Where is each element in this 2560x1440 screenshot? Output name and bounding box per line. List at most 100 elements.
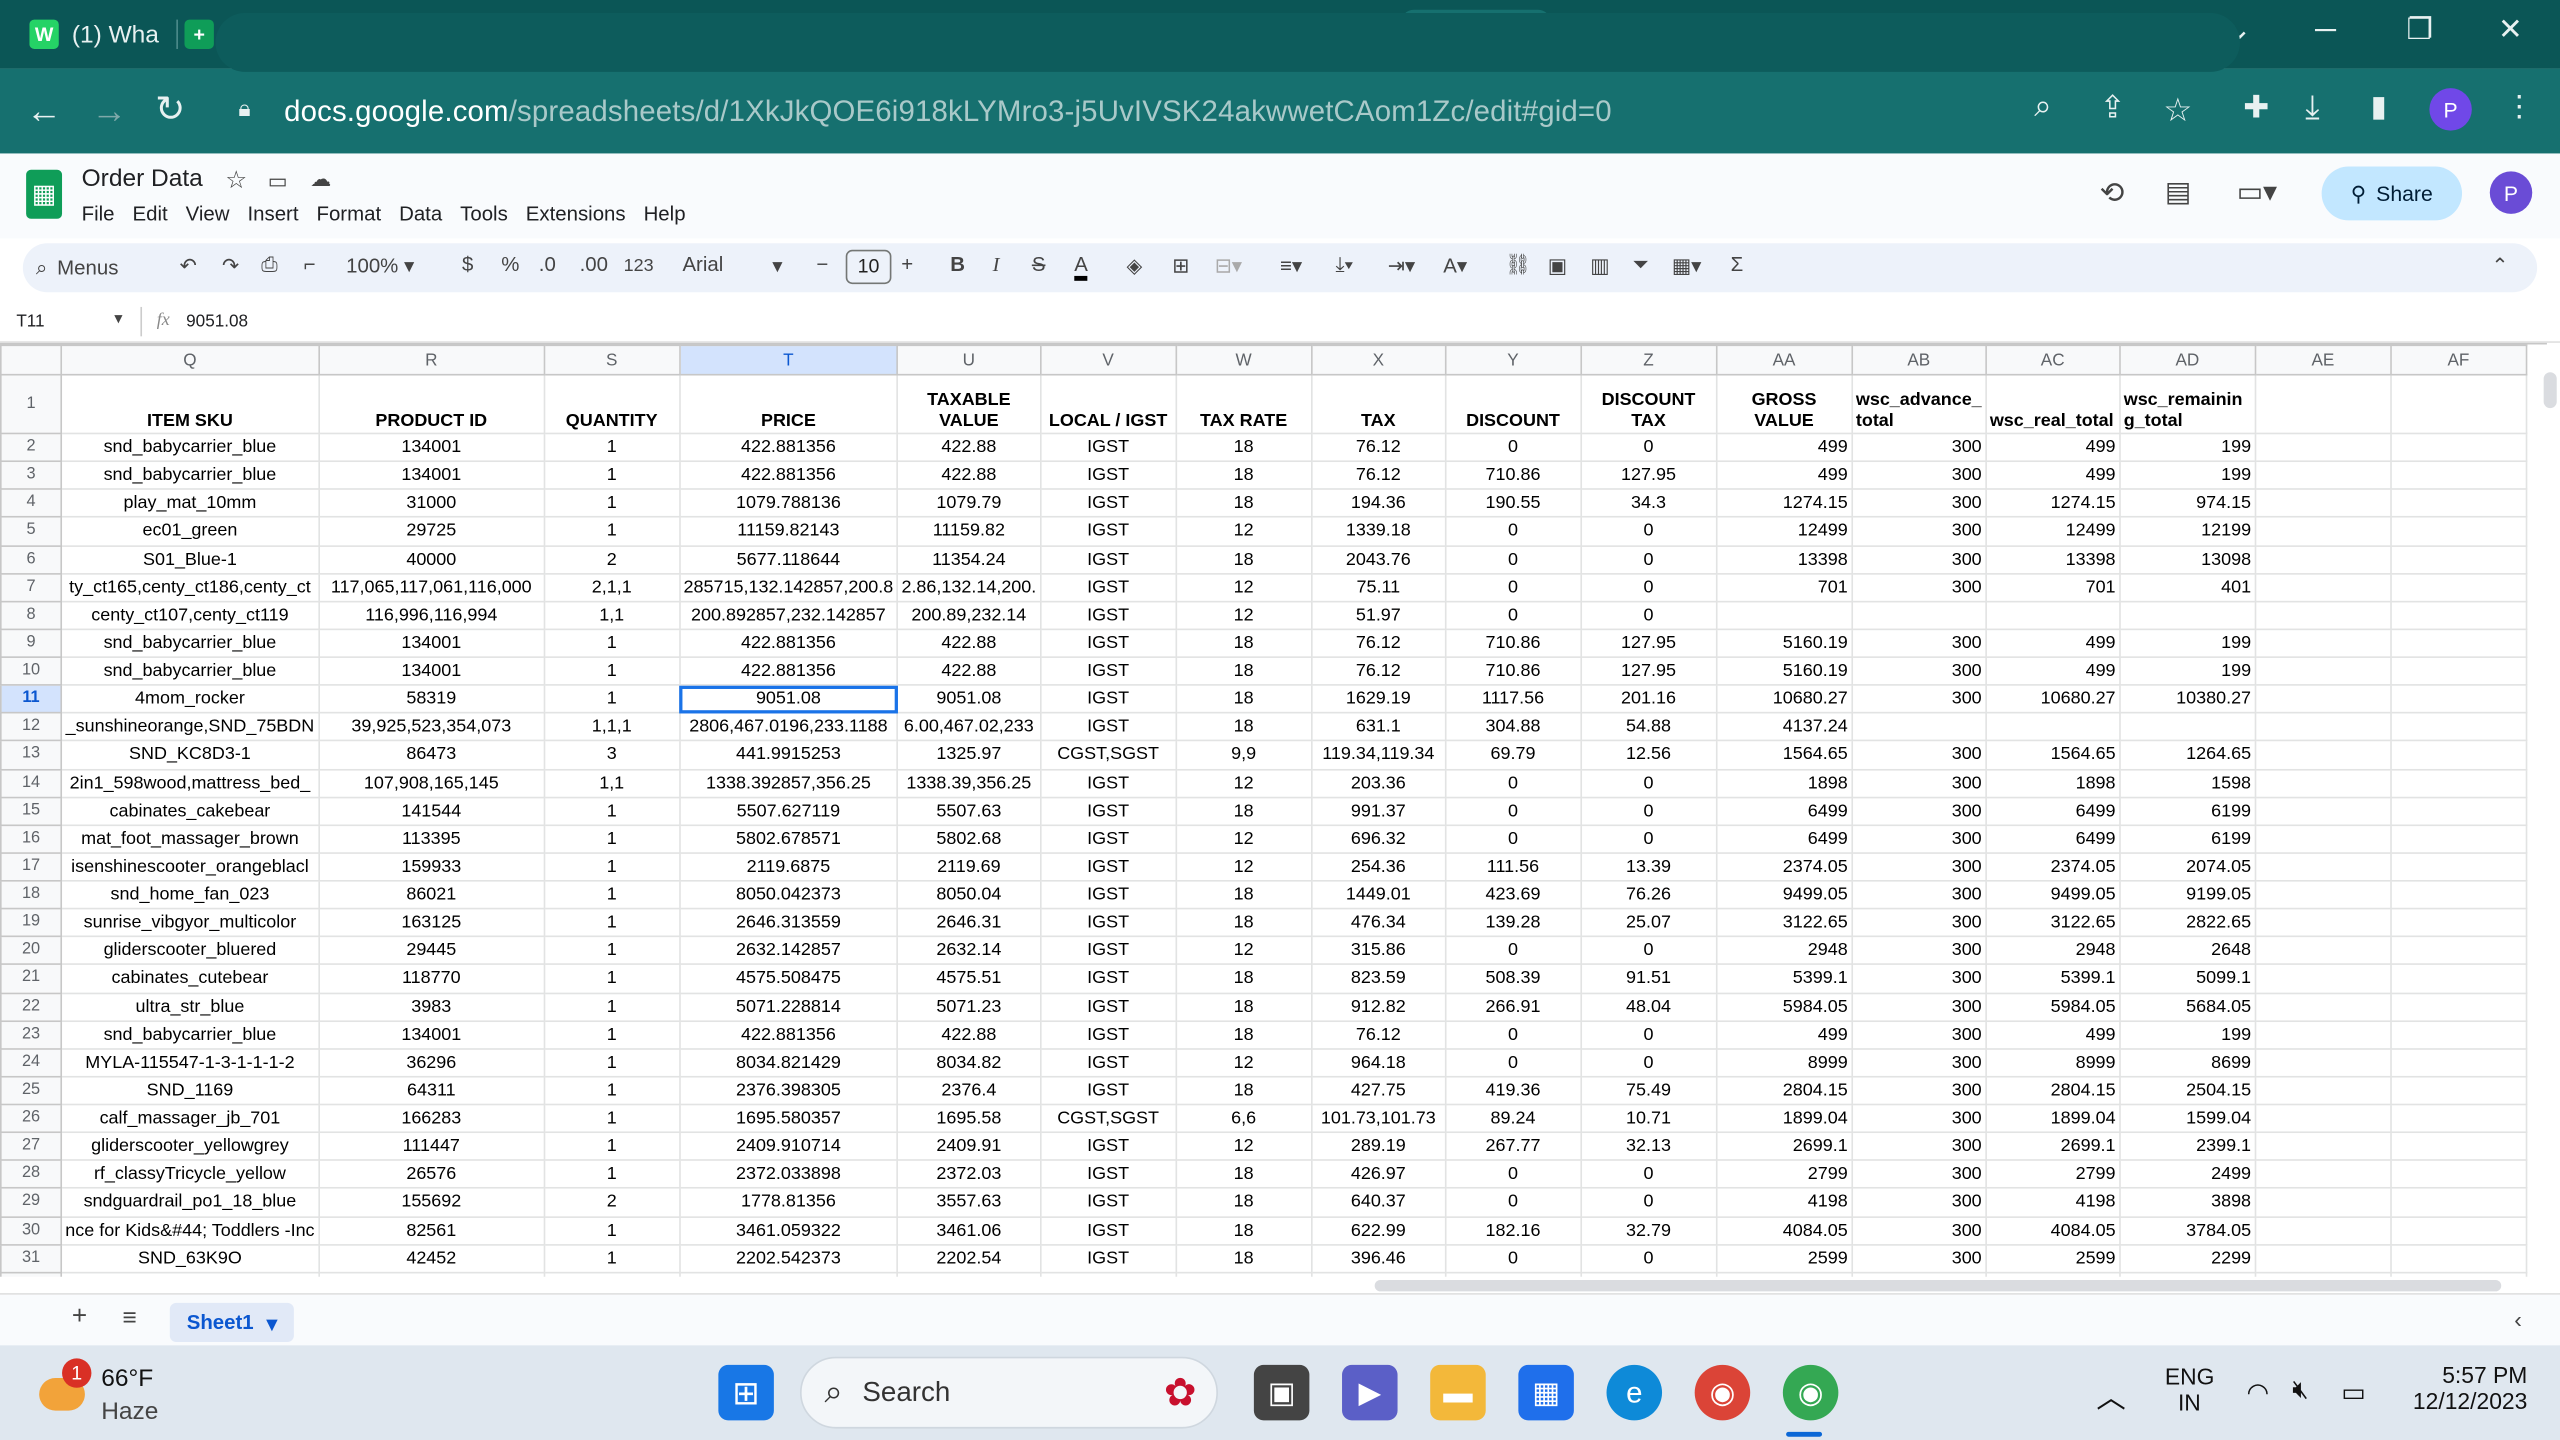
cell[interactable]: 300 xyxy=(1850,991,1987,1022)
cell[interactable]: 254.36 xyxy=(1310,852,1447,882)
cell[interactable]: 12199 xyxy=(2118,516,2256,547)
cell[interactable]: 75.11 xyxy=(1310,572,1447,603)
more-formats-button[interactable]: 123 xyxy=(624,256,654,276)
cell[interactable]: 508.39 xyxy=(1444,963,1582,994)
insert-comment-icon[interactable]: ▣ xyxy=(1548,253,1567,278)
cell[interactable]: SND_63K9O xyxy=(60,1243,320,1274)
cell[interactable]: IGST xyxy=(1039,712,1177,742)
cell[interactable]: 300 xyxy=(1850,1271,1987,1277)
row-header[interactable]: 4 xyxy=(0,488,63,519)
cell[interactable]: 0 xyxy=(1444,1243,1582,1274)
cell[interactable]: 300 xyxy=(1850,1075,1987,1106)
cell[interactable]: SND_1169 xyxy=(60,1075,320,1106)
cell[interactable]: 2799 xyxy=(1715,1159,1853,1190)
italic-icon[interactable]: I xyxy=(993,253,1000,277)
cell[interactable]: 2372.033898 xyxy=(678,1159,899,1190)
cell[interactable]: 267.77 xyxy=(1444,1131,1582,1162)
cell[interactable]: CGST,SGST xyxy=(1039,1271,1177,1277)
cell[interactable]: 4mom_rocker xyxy=(60,684,320,714)
cell[interactable]: IGST xyxy=(1039,1159,1177,1190)
cell[interactable]: 4137.24 xyxy=(1715,712,1853,742)
cell[interactable]: 1564.65 xyxy=(1984,740,2121,770)
cell[interactable]: 18 xyxy=(1175,991,1313,1022)
cell[interactable] xyxy=(2254,1103,2392,1134)
cell[interactable]: 9,9 xyxy=(1175,1271,1313,1277)
cell[interactable]: cabinates_cutebear xyxy=(60,963,320,994)
cell[interactable] xyxy=(2389,935,2527,966)
cell[interactable] xyxy=(2254,796,2392,826)
cell[interactable]: 701 xyxy=(1715,572,1853,603)
cell[interactable]: 18 xyxy=(1175,1187,1313,1218)
row-header[interactable]: 2 xyxy=(0,432,63,463)
cloud-status-icon[interactable]: ☁ xyxy=(310,167,331,193)
cell[interactable] xyxy=(2254,572,2392,603)
menu-item[interactable]: Edit xyxy=(132,202,167,225)
cell[interactable] xyxy=(2389,768,2527,798)
cell[interactable]: 5399.1 xyxy=(1715,963,1853,994)
cell[interactable]: 1 xyxy=(543,628,681,658)
cell[interactable]: CGST,SGST xyxy=(1039,1103,1177,1134)
cell[interactable]: 163125 xyxy=(317,907,545,938)
lock-icon[interactable]: 🔒︎ xyxy=(238,95,250,123)
cell[interactable]: 5399.1 xyxy=(1984,963,2121,994)
paint-format-icon[interactable]: ⌐ xyxy=(304,253,316,276)
row-header[interactable]: 16 xyxy=(0,824,63,854)
header-cell[interactable]: ITEM SKU xyxy=(60,373,320,435)
cell[interactable]: 8699 xyxy=(2118,1047,2256,1078)
cell[interactable]: 18 xyxy=(1175,544,1313,575)
cell[interactable]: 422.881356 xyxy=(678,656,899,686)
cell[interactable] xyxy=(2254,963,2392,994)
cell[interactable]: 4198 xyxy=(1715,1187,1853,1218)
cell[interactable]: 1 xyxy=(543,879,681,910)
cell[interactable] xyxy=(2389,600,2527,631)
cell[interactable] xyxy=(2389,544,2527,575)
cell[interactable]: IGST xyxy=(1039,879,1177,910)
cell[interactable]: 1 xyxy=(543,991,681,1022)
cell[interactable]: 0 xyxy=(1444,1047,1582,1078)
cell[interactable] xyxy=(2389,1131,2527,1162)
row-header[interactable]: 6 xyxy=(0,544,63,575)
cell[interactable]: 32.13 xyxy=(1579,1131,1718,1162)
cell[interactable]: 2699.1 xyxy=(1984,1131,2121,1162)
cell[interactable]: 0 xyxy=(1444,1271,1582,1277)
cell[interactable]: 107,908,165,145 xyxy=(317,768,545,798)
cell[interactable]: 58319 xyxy=(317,684,545,714)
filter-views-icon[interactable]: ▦▾ xyxy=(1672,253,1702,278)
header-cell[interactable]: wsc_real_total xyxy=(1984,373,2121,435)
cell[interactable]: 1 xyxy=(543,1103,681,1134)
cell[interactable]: 12.56 xyxy=(1579,740,1718,770)
minimize-icon[interactable]: ─ xyxy=(2315,13,2336,47)
cell[interactable]: 0 xyxy=(1579,572,1718,603)
cell[interactable]: 11159.82 xyxy=(896,516,1042,547)
cell[interactable]: 86021 xyxy=(317,879,545,910)
clock[interactable]: 5:57 PM 12/12/2023 xyxy=(2403,1362,2527,1414)
cell[interactable]: 18 xyxy=(1175,432,1313,463)
cell[interactable]: ultra_str_blue xyxy=(60,991,320,1022)
cell[interactable] xyxy=(2254,628,2392,658)
horizontal-align-icon[interactable]: ≡▾ xyxy=(1280,253,1302,278)
edge-icon[interactable]: e xyxy=(1606,1364,1663,1421)
cell[interactable]: 26576 xyxy=(317,1159,545,1190)
cell[interactable]: 2599 xyxy=(1984,1243,2121,1274)
cell[interactable]: 2 xyxy=(543,1187,681,1218)
cell[interactable]: 2632.14 xyxy=(896,935,1042,966)
cell[interactable]: gliderscooter_yellowgrey xyxy=(60,1131,320,1162)
cell[interactable] xyxy=(1984,600,2121,631)
cell[interactable]: 1 xyxy=(543,824,681,854)
row-header[interactable]: 7 xyxy=(0,572,63,603)
cell[interactable]: 0 xyxy=(1444,824,1582,854)
collapse-toolbar-icon[interactable]: ⌃ xyxy=(2491,253,2508,278)
cell[interactable]: 76.12 xyxy=(1310,460,1447,491)
cell[interactable] xyxy=(1984,712,2121,742)
column-header[interactable]: Z xyxy=(1579,344,1718,376)
cell[interactable]: 117,065,117,061,116,000 xyxy=(317,572,545,603)
menu-item[interactable]: File xyxy=(82,202,115,225)
cell[interactable]: 11354.24 xyxy=(896,544,1042,575)
cell[interactable]: 18 xyxy=(1175,460,1313,491)
cell[interactable]: 422.88 xyxy=(896,1019,1042,1050)
row-header[interactable]: 26 xyxy=(0,1103,63,1134)
battery-icon[interactable]: ▭ xyxy=(2341,1376,2366,1409)
cell[interactable]: 1 xyxy=(543,460,681,491)
cell[interactable] xyxy=(2389,907,2527,938)
cell[interactable]: 1677.97 xyxy=(896,1271,1042,1277)
